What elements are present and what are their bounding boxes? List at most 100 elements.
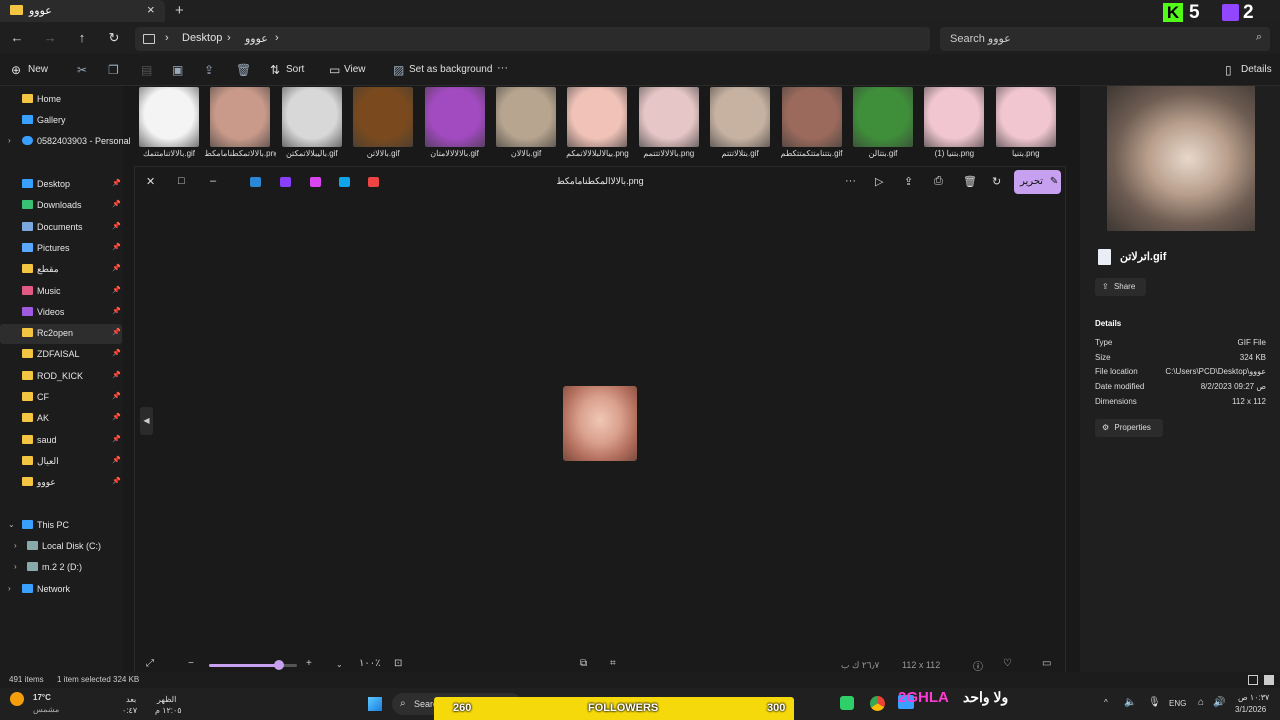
refresh-button[interactable]: ↻ — [104, 28, 124, 48]
fullscreen-icon[interactable]: ⤢ — [146, 658, 154, 669]
network-icon[interactable]: ⌂ — [1198, 697, 1204, 708]
sidebar-item-pinned[interactable]: AK 📌 — [0, 409, 122, 429]
pin-icon[interactable]: 📌 — [112, 392, 121, 400]
breadcrumb-folder[interactable]: عووو — [245, 32, 268, 45]
breadcrumb[interactable]: › Desktop › عووو › — [135, 27, 930, 51]
file-thumbnail[interactable] — [496, 87, 556, 147]
zoom-out-button[interactable]: − — [188, 658, 194, 669]
file-thumbnail[interactable] — [853, 87, 913, 147]
sidebar-item-pinned[interactable]: مقطع 📌 — [0, 260, 122, 280]
chevron-down-icon[interactable]: ⌄ — [8, 520, 15, 529]
cut-icon[interactable]: ✂ — [77, 63, 87, 77]
file-thumbnail[interactable] — [924, 87, 985, 147]
file-thumbnail[interactable] — [353, 87, 414, 147]
file-name-label[interactable]: بالالالاتتتمم.png — [633, 149, 705, 158]
file-name-label[interactable]: بتتنامتتكمتتكطم.gif — [776, 149, 848, 158]
sidebar-item-drive-c[interactable]: › Local Disk (C:) — [0, 537, 122, 557]
new-tab-button[interactable]: + — [175, 2, 184, 19]
filmstrip-icon[interactable]: ▭ — [1042, 658, 1051, 669]
sidebar-item-gallery[interactable]: Gallery — [0, 111, 122, 131]
search-input[interactable]: Search عووو ⌕ — [940, 27, 1270, 51]
share-icon[interactable]: ⇪ — [204, 63, 214, 77]
zoom-level[interactable]: ١٠٠٪ — [359, 658, 381, 669]
file-thumbnail[interactable] — [781, 87, 842, 147]
file-thumbnail[interactable] — [139, 87, 199, 147]
paste-icon[interactable]: ▤ — [141, 63, 152, 77]
chrome-icon[interactable] — [870, 696, 885, 711]
file-name-label[interactable]: باليبلالاتمكتن.gif — [276, 149, 348, 158]
chevron-right-icon[interactable]: › — [14, 562, 17, 571]
weather-temp[interactable]: 17°C — [33, 693, 51, 702]
pin-icon[interactable]: 📌 — [112, 477, 121, 485]
pin-icon[interactable]: 📌 — [112, 243, 121, 251]
new-button[interactable]: New — [28, 64, 48, 75]
details-button[interactable]: Details — [1241, 64, 1272, 75]
tab-current[interactable]: عووو × — [0, 0, 165, 22]
sidebar-item-pinned[interactable]: Desktop 📌 — [0, 175, 122, 195]
sidebar-item-pinned[interactable]: ROD_KICK 📌 — [0, 367, 122, 387]
copy-icon[interactable]: ❐ — [108, 63, 119, 77]
paint-icon[interactable] — [339, 177, 350, 187]
details-view-button[interactable] — [1248, 675, 1258, 685]
breadcrumb-desktop[interactable]: Desktop — [182, 32, 222, 44]
file-name-label[interactable]: بتنيا (1).png — [918, 149, 990, 158]
mic-icon[interactable]: 🎙 — [1148, 697, 1161, 708]
file-thumbnail[interactable] — [281, 87, 342, 147]
file-name-label[interactable]: بتتالن.gif — [847, 149, 919, 158]
pin-icon[interactable]: 📌 — [112, 328, 121, 336]
viewer-more-button[interactable]: ··· — [845, 175, 856, 187]
forward-button[interactable]: → — [40, 28, 60, 48]
sidebar-item-drive-d[interactable]: › m.2 2 (D:) — [0, 558, 122, 578]
chevron-up-icon[interactable]: ^ — [1104, 698, 1108, 707]
pin-icon[interactable]: 📌 — [112, 264, 121, 272]
delete-icon[interactable]: 🗑 — [236, 63, 251, 77]
previous-image-button[interactable]: ◀ — [140, 407, 153, 435]
pin-icon[interactable]: 📌 — [112, 456, 121, 464]
share-button[interactable]: ⇪ Share — [1095, 278, 1146, 296]
pin-icon[interactable]: 📌 — [112, 222, 121, 230]
up-button[interactable]: ↑ — [72, 28, 92, 48]
zoom-in-button[interactable]: + — [306, 658, 312, 669]
file-name-label[interactable]: بالالاتمكطنامامكط.png — [204, 149, 276, 158]
pin-icon[interactable]: 📌 — [112, 286, 121, 294]
sidebar-item-pinned[interactable]: Documents 📌 — [0, 218, 122, 238]
file-thumbnail[interactable] — [424, 87, 485, 147]
sidebar-item-this-pc[interactable]: ⌄ This PC — [0, 516, 122, 536]
sidebar-item-pinned[interactable]: ZDFAISAL 📌 — [0, 345, 122, 365]
file-name-label[interactable]: بالالان.gif — [490, 149, 562, 158]
delete-icon[interactable]: 🗑 — [963, 175, 977, 188]
share-icon[interactable]: ⇪ — [904, 175, 913, 188]
designer-icon[interactable] — [310, 177, 321, 187]
pin-icon[interactable]: 📌 — [112, 200, 121, 208]
more-button[interactable]: ··· — [497, 62, 508, 74]
sort-button[interactable]: Sort — [286, 64, 304, 75]
sidebar-item-pinned[interactable]: saud 📌 — [0, 431, 122, 451]
file-name-label[interactable]: بتنيا.png — [990, 149, 1062, 158]
zoom-slider-knob[interactable] — [274, 660, 285, 670]
viewer-restore-button[interactable]: □ — [178, 175, 185, 187]
zoom-slider[interactable] — [209, 660, 297, 670]
speaker-icon[interactable]: 🔊 — [1213, 697, 1225, 708]
chevron-down-icon[interactable]: ⌄ — [336, 660, 343, 669]
pin-icon[interactable]: 📌 — [112, 435, 121, 443]
pin-icon[interactable]: 📌 — [112, 349, 121, 357]
select-icon[interactable]: ⧉ — [580, 658, 587, 669]
file-name-label[interactable]: بتلالاتتتم.gif — [704, 149, 776, 158]
print-icon[interactable]: ⎙ — [934, 175, 943, 188]
sidebar-item-pinned[interactable]: CF 📌 — [0, 388, 122, 408]
slideshow-icon[interactable]: ▷ — [875, 175, 883, 188]
clock-time[interactable]: ١٠:٣٧ ص — [1238, 693, 1269, 702]
detail-value[interactable]: C:\Users\PCD\Desktop\عووو — [1165, 367, 1266, 376]
volume-icon[interactable]: 🔈 — [1124, 697, 1136, 708]
sidebar-item-pinned[interactable]: Videos 📌 — [0, 303, 122, 323]
file-thumbnail[interactable] — [638, 87, 699, 147]
pin-icon[interactable]: 📌 — [112, 371, 121, 379]
fit-icon[interactable]: ⊡ — [394, 658, 402, 669]
file-name-label[interactable]: بالالاتن.gif — [347, 149, 419, 158]
weather-icon[interactable] — [10, 692, 24, 706]
set-background-button[interactable]: Set as background — [409, 64, 492, 75]
sidebar-item-home[interactable]: Home — [0, 90, 122, 110]
sidebar-item-pinned[interactable]: Downloads 📌 — [0, 196, 122, 216]
sidebar-item-pinned[interactable]: Music 📌 — [0, 282, 122, 302]
viewer-close-button[interactable]: ✕ — [146, 175, 155, 188]
